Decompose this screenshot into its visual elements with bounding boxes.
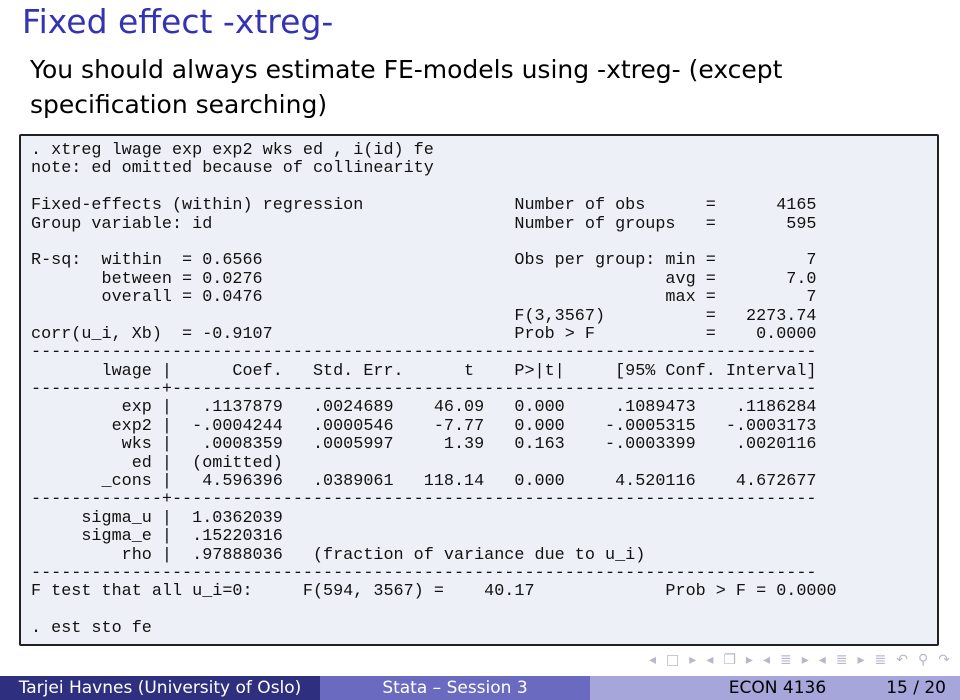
subsection-prev-icon[interactable]: ◂	[706, 652, 713, 668]
output-line: _cons | 4.596396 .0389061 118.14 0.000 4…	[31, 472, 817, 492]
section-icon[interactable]: ≣	[780, 652, 792, 668]
search-icon[interactable]: ⚲	[918, 652, 928, 668]
output-line: -------------+--------------------------…	[31, 490, 817, 510]
section-prev-icon[interactable]: ◂	[819, 652, 826, 668]
stata-output: . xtreg lwage exp exp2 wks ed , i(id) fe…	[31, 141, 837, 639]
toc-icon[interactable]: ≣	[875, 652, 887, 668]
slide-subtitle: You should always estimate FE-models usi…	[30, 55, 783, 119]
output-line: exp2 | -.0004244 .0000546 -7.77 0.000 -.…	[31, 416, 817, 436]
output-line: . est sto fe	[31, 619, 152, 639]
output-line: Group variable: id Number of groups = 59…	[31, 214, 817, 234]
output-line: Fixed-effects (within) regression Number…	[31, 196, 817, 216]
output-line: -------------+--------------------------…	[31, 380, 817, 400]
output-line: ----------------------------------------…	[31, 343, 817, 363]
output-line: sigma_e | .15220316	[31, 527, 283, 547]
output-line: corr(u_i, Xb) = -0.9107 Prob > F = 0.000…	[31, 324, 817, 344]
output-line: F(3,3567) = 2273.74	[31, 306, 817, 326]
output-line: rho | .97888036 (fraction of variance du…	[31, 545, 646, 565]
frame-icon[interactable]: □	[666, 652, 679, 668]
frame-prev-icon[interactable]: ◂	[649, 652, 656, 668]
beamer-navigation: ◂ □ ▸ ◂ ❐ ▸ ◂ ≣ ▸ ◂ ≣ ▸ ≣ ↶ ⚲ ↷	[649, 652, 950, 668]
output-line: sigma_u | 1.0362039	[31, 508, 283, 528]
section-next-icon[interactable]: ▸	[802, 652, 809, 668]
footer-session: Stata – Session 3	[320, 676, 590, 700]
section-next-icon[interactable]: ▸	[858, 652, 865, 668]
footer-right: ECON 4136 15 / 20	[590, 676, 960, 700]
output-line: note: ed omitted because of collinearity	[31, 159, 434, 179]
slide-title: Fixed effect -xtreg-	[22, 2, 334, 41]
output-line: F test that all u_i=0: F(594, 3567) = 40…	[31, 582, 837, 602]
section-icon[interactable]: ≣	[836, 652, 848, 668]
output-line: wks | .0008359 .0005997 1.39 0.163 -.000…	[31, 435, 817, 455]
subsection-next-icon[interactable]: ▸	[746, 652, 753, 668]
output-line: overall = 0.0476 max = 7	[31, 288, 817, 308]
frame-next-icon[interactable]: ▸	[689, 652, 696, 668]
output-line: R-sq: within = 0.6566 Obs per group: min…	[31, 251, 817, 271]
footer-page-number: 15 / 20	[886, 678, 946, 698]
output-line: ed | (omitted)	[31, 453, 283, 473]
footer-author: Tarjei Havnes (University of Oslo)	[0, 676, 320, 700]
forward-icon[interactable]: ↷	[938, 652, 950, 668]
section-prev-icon[interactable]: ◂	[763, 652, 770, 668]
subsection-icon[interactable]: ❐	[723, 652, 736, 668]
output-line: between = 0.0276 avg = 7.0	[31, 269, 817, 289]
output-line: . xtreg lwage exp exp2 wks ed , i(id) fe	[31, 141, 434, 160]
output-line: exp | .1137879 .0024689 46.09 0.000 .108…	[31, 398, 817, 418]
output-line: lwage | Coef. Std. Err. t P>|t| [95% Con…	[31, 361, 817, 381]
footer-course: ECON 4136	[728, 678, 827, 698]
footer: Tarjei Havnes (University of Oslo) Stata…	[0, 676, 960, 700]
stata-output-box: . xtreg lwage exp exp2 wks ed , i(id) fe…	[19, 134, 939, 646]
back-icon[interactable]: ↶	[896, 652, 908, 668]
output-line: ----------------------------------------…	[31, 563, 817, 583]
